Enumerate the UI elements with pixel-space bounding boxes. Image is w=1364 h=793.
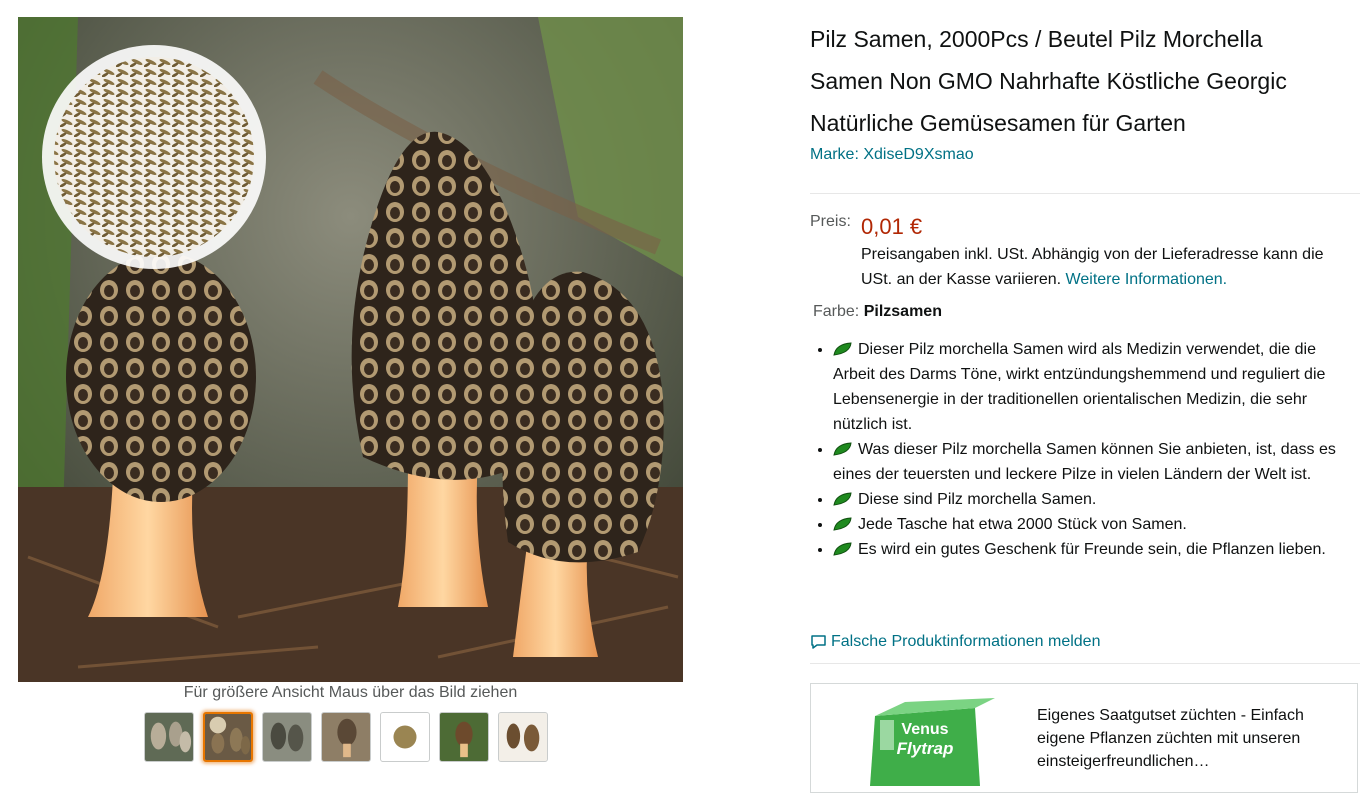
feature-bullet: Es wird ein gutes Geschenk für Freunde s…	[833, 537, 1360, 562]
ad-box-title-1: Venus	[901, 721, 948, 738]
thumbnail-morel-single[interactable]	[439, 712, 489, 762]
thumbnail-morels-white-bg[interactable]	[498, 712, 548, 762]
main-product-image[interactable]	[18, 17, 683, 682]
divider	[810, 193, 1360, 194]
price-note: Preisangaben inkl. USt. Abhängig von der…	[861, 242, 1351, 292]
feature-bullet-text: Es wird ein gutes Geschenk für Freunde s…	[858, 541, 1326, 558]
feature-bullet: Jede Tasche hat etwa 2000 Stück von Same…	[833, 512, 1360, 537]
feature-bullet-text: Jede Tasche hat etwa 2000 Stück von Same…	[858, 516, 1187, 533]
image-hover-hint: Für größere Ansicht Maus über das Bild z…	[183, 684, 518, 701]
report-link-label: Falsche Produktinformationen melden	[831, 633, 1101, 650]
feature-bullet: Dieser Pilz morchella Samen wird als Med…	[833, 337, 1360, 437]
ad-box-title-2: Flytrap	[897, 739, 954, 758]
leaf-icon	[833, 542, 852, 556]
feature-bullet: Diese sind Pilz morchella Samen.	[833, 487, 1360, 512]
price-label: Preis:	[810, 213, 851, 230]
divider	[810, 663, 1360, 664]
thumbnail-morel-ground[interactable]	[321, 712, 371, 762]
feature-bullet-text: Was dieser Pilz morchella Samen können S…	[833, 441, 1336, 483]
variant-value: Pilzsamen	[863, 303, 942, 320]
feature-bullet-text: Dieser Pilz morchella Samen wird als Med…	[833, 341, 1326, 433]
product-details: Pilz Samen, 2000Pcs / Beutel Pilz Morche…	[810, 18, 1360, 164]
leaf-icon	[833, 342, 852, 356]
variant-row: Farbe: Pilzsamen	[813, 303, 942, 321]
thumbnail-strip	[144, 712, 548, 762]
more-info-link[interactable]: Weitere Informationen.	[1066, 271, 1228, 288]
ad-text[interactable]: Eigenes Saatgutset züchten - Einfach eig…	[1037, 704, 1347, 773]
ad-product-image[interactable]: Venus Flytrap	[855, 696, 995, 786]
variant-label: Farbe:	[813, 303, 860, 320]
sponsored-ad[interactable]: Venus Flytrap Eigenes Saatgutset züchten…	[810, 683, 1358, 793]
thumbnail-morel-with-seeds[interactable]	[203, 712, 253, 762]
price-value: 0,01 €	[861, 214, 923, 239]
feature-bullet: Was dieser Pilz morchella Samen können S…	[833, 437, 1360, 487]
thumbnail-seeds-closeup[interactable]	[380, 712, 430, 762]
leaf-icon	[833, 442, 852, 456]
feature-bullet-text: Diese sind Pilz morchella Samen.	[858, 491, 1097, 508]
feature-bullets: Dieser Pilz morchella Samen wird als Med…	[810, 337, 1360, 562]
brand-link[interactable]: Marke: XdiseD9Xsmao	[810, 146, 1360, 164]
report-incorrect-info-link[interactable]: Falsche Produktinformationen melden	[810, 633, 1100, 651]
product-title: Pilz Samen, 2000Pcs / Beutel Pilz Morche…	[810, 26, 1287, 136]
speech-bubble-icon	[811, 635, 826, 649]
leaf-icon	[833, 517, 852, 531]
leaf-icon	[833, 492, 852, 506]
thumbnail-morels-grey[interactable]	[262, 712, 312, 762]
thumbnail-morel-cluster[interactable]	[144, 712, 194, 762]
